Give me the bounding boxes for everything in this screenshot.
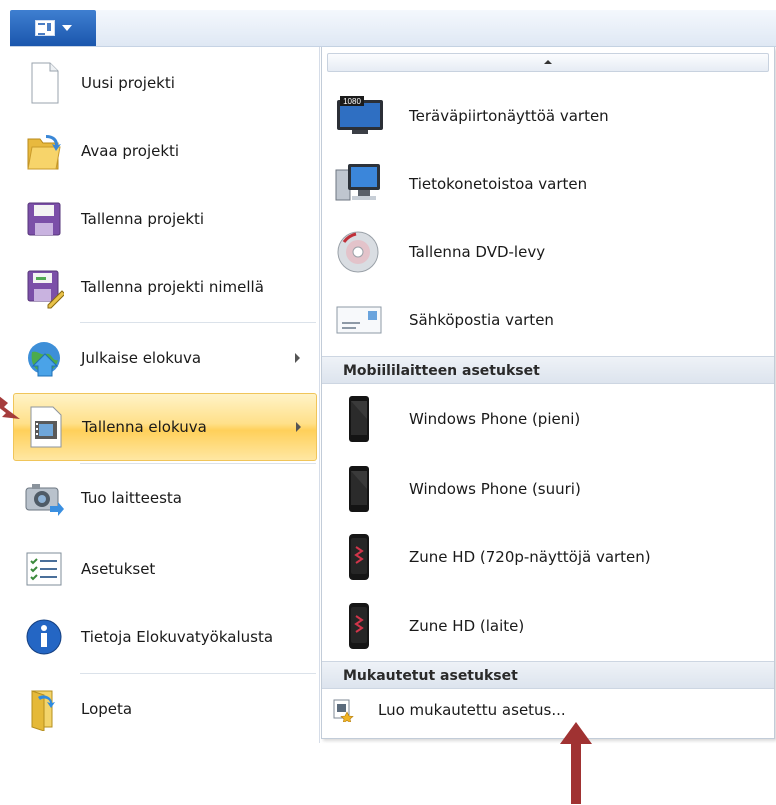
submenu-item-label: Tallenna DVD-levy bbox=[409, 243, 546, 261]
info-icon bbox=[26, 619, 62, 655]
scroll-up-button[interactable] bbox=[327, 53, 769, 72]
submenu-item-dvd[interactable]: Tallenna DVD-levy bbox=[322, 218, 774, 286]
application-menu-button[interactable] bbox=[10, 10, 96, 46]
application-menu-left: Uusi projekti Avaa projekti Tallenna pro… bbox=[10, 47, 320, 743]
globe-publish-icon bbox=[28, 342, 60, 377]
submenu-item-label: Windows Phone (suuri) bbox=[409, 480, 581, 498]
menu-item-label: Tallenna elokuva bbox=[82, 418, 207, 436]
menu-item-label: Tallenna projekti bbox=[81, 210, 205, 228]
menu-item-save-project-as[interactable]: Tallenna projekti nimellä bbox=[10, 254, 317, 320]
submenu-item-zune-hd-device[interactable]: Zune HD (laite) bbox=[322, 592, 774, 660]
ribbon-bar bbox=[10, 10, 776, 47]
hd-badge-text: 1080 bbox=[343, 97, 361, 106]
menu-item-exit[interactable]: Lopeta bbox=[10, 676, 317, 742]
document-menu-icon bbox=[34, 20, 55, 36]
submenu-item-hd-display[interactable]: 1080 Teräväpiirtonäyttöä varten bbox=[322, 82, 774, 150]
submenu-item-zune-hd-720p[interactable]: Zune HD (720p-näyttöjä varten) bbox=[322, 523, 774, 591]
options-list-icon bbox=[26, 552, 62, 586]
exit-icon bbox=[31, 690, 55, 731]
menu-item-label: Uusi projekti bbox=[81, 74, 175, 92]
submenu-item-label: Zune HD (laite) bbox=[409, 617, 525, 635]
menu-item-label: Asetukset bbox=[81, 560, 156, 578]
save-movie-submenu: 1080 Teräväpiirtonäyttöä varten Tietokon… bbox=[321, 47, 775, 739]
submenu-item-create-custom[interactable]: Luo mukautettu asetus... bbox=[322, 690, 774, 730]
submenu-item-email[interactable]: Sähköpostia varten bbox=[322, 286, 774, 354]
annotation-arrow-icon bbox=[0, 396, 20, 419]
submenu-item-label: Zune HD (720p-näyttöjä varten) bbox=[409, 548, 651, 566]
menu-item-label: Lopeta bbox=[81, 700, 133, 718]
menu-item-label: Tietoja Elokuvatyökalusta bbox=[81, 628, 274, 646]
menu-item-save-movie[interactable]: Tallenna elokuva bbox=[13, 393, 317, 461]
submenu-item-label: Teräväpiirtonäyttöä varten bbox=[409, 107, 609, 125]
new-document-icon bbox=[31, 62, 59, 104]
hd-monitor-icon: 1080 bbox=[337, 96, 383, 134]
menu-item-label: Avaa projekti bbox=[81, 142, 180, 160]
menu-item-open-project[interactable]: Avaa projekti bbox=[10, 118, 317, 184]
submenu-item-label: Luo mukautettu asetus... bbox=[378, 701, 566, 719]
menu-separator bbox=[80, 673, 316, 674]
menu-item-label: Tuo laitteesta bbox=[81, 489, 182, 507]
chevron-right-icon bbox=[296, 422, 301, 432]
save-as-icon bbox=[27, 270, 64, 309]
section-header-custom: Mukautetut asetukset bbox=[322, 661, 774, 689]
menu-item-new-project[interactable]: Uusi projekti bbox=[10, 50, 317, 116]
chevron-down-icon bbox=[61, 25, 72, 31]
submenu-item-label: Windows Phone (pieni) bbox=[409, 410, 581, 428]
annotation-arrow-icon bbox=[560, 722, 592, 804]
menu-separator bbox=[80, 463, 316, 464]
camera-import-icon bbox=[25, 484, 64, 516]
custom-setting-icon bbox=[333, 699, 354, 722]
submenu-item-computer[interactable]: Tietokonetoistoa varten bbox=[322, 150, 774, 218]
submenu-item-label: Tietokonetoistoa varten bbox=[409, 175, 588, 193]
phone-icon bbox=[349, 396, 369, 442]
film-save-icon bbox=[30, 406, 62, 448]
menu-item-publish-movie[interactable]: Julkaise elokuva bbox=[10, 325, 317, 391]
email-icon bbox=[336, 306, 382, 334]
phone-icon bbox=[349, 466, 369, 512]
menu-item-save-project[interactable]: Tallenna projekti bbox=[10, 186, 317, 252]
submenu-item-windows-phone-large[interactable]: Windows Phone (suuri) bbox=[322, 455, 774, 523]
menu-item-label: Julkaise elokuva bbox=[81, 349, 202, 367]
menu-item-label: Tallenna projekti nimellä bbox=[81, 278, 264, 296]
menu-separator bbox=[80, 322, 316, 323]
menu-item-options[interactable]: Asetukset bbox=[10, 536, 317, 602]
chevron-right-icon bbox=[295, 353, 300, 363]
menu-item-about[interactable]: Tietoja Elokuvatyökalusta bbox=[10, 604, 317, 670]
submenu-item-windows-phone-small[interactable]: Windows Phone (pieni) bbox=[322, 385, 774, 453]
submenu-item-label: Sähköpostia varten bbox=[409, 311, 554, 329]
zune-icon bbox=[349, 534, 369, 580]
dvd-icon bbox=[337, 231, 379, 273]
save-disk-icon bbox=[27, 202, 61, 236]
zune-icon bbox=[349, 603, 369, 649]
section-header-mobile: Mobiililaitteen asetukset bbox=[322, 356, 774, 384]
menu-item-import-from-device[interactable]: Tuo laitteesta bbox=[10, 465, 317, 531]
computer-icon bbox=[335, 164, 380, 201]
open-folder-icon bbox=[27, 135, 61, 170]
